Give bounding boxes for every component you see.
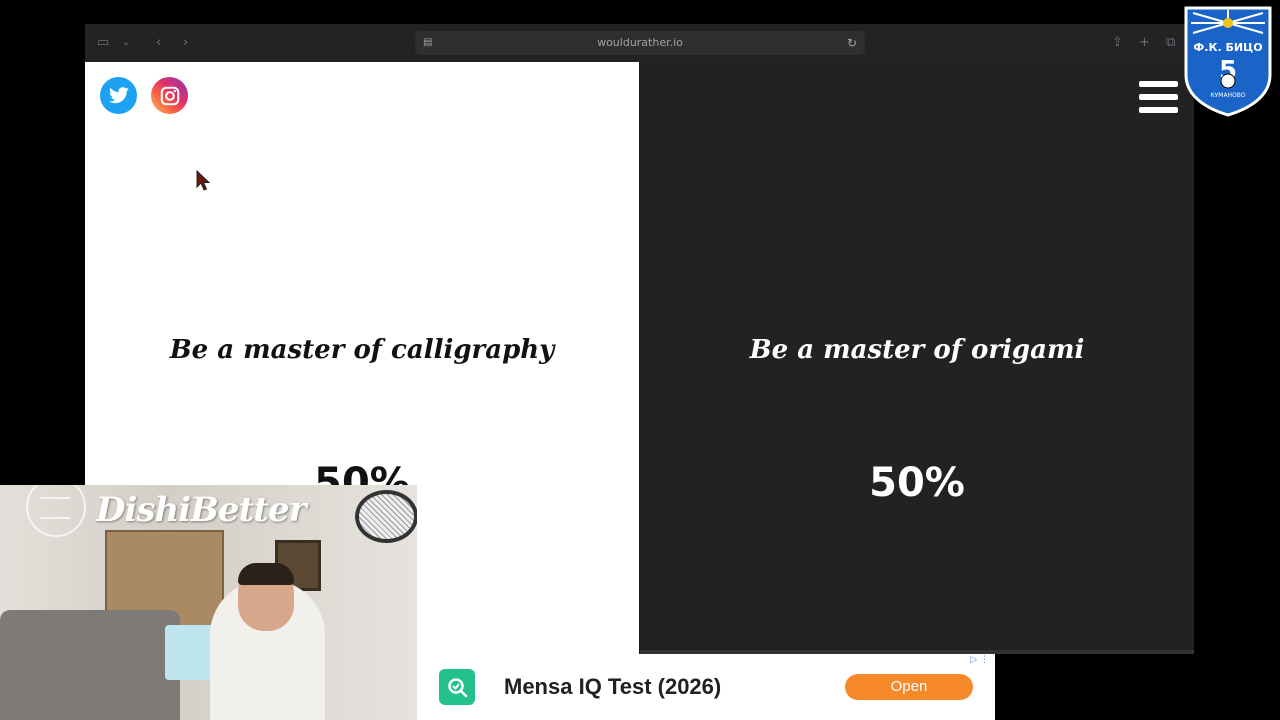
site-settings-icon[interactable]: ▤	[423, 31, 432, 55]
webcam-sofa	[0, 610, 180, 720]
option-a-text: Be a master of calligraphy	[169, 335, 555, 365]
webcam-person-hair	[238, 563, 294, 585]
address-bar[interactable]: ▤ wouldurather.io ↻	[415, 31, 865, 55]
ad-open-button[interactable]: Open	[845, 674, 973, 700]
forward-icon[interactable]: ›	[183, 34, 188, 52]
tabs-overview-icon[interactable]: ⧉	[1166, 34, 1175, 52]
ad-choices-icon[interactable]: ▷ ⋮	[970, 655, 989, 665]
chevron-down-icon[interactable]: ⌄	[122, 34, 130, 52]
badge-line1: Ф.К. БИЦО	[1193, 41, 1262, 54]
ad-app-icon[interactable]	[439, 669, 475, 705]
browser-toolbar: ▭ ⌄ ‹ › ▤ wouldurather.io ↻ ⇪ + ⧉	[85, 24, 1194, 62]
ad-title[interactable]: Mensa IQ Test (2026)	[504, 674, 721, 700]
mouse-cursor-icon	[196, 170, 210, 191]
wind-icon	[40, 497, 70, 519]
back-icon[interactable]: ‹	[156, 34, 161, 52]
share-icon[interactable]: ⇪	[1112, 34, 1123, 52]
reload-icon[interactable]: ↻	[847, 31, 857, 55]
option-b-percent: 50%	[869, 460, 965, 506]
sidebar-icon[interactable]: ▭	[97, 34, 109, 52]
option-b-text: Be a master of origami	[749, 335, 1085, 365]
tennis-racket-icon	[355, 490, 417, 543]
url-text: wouldurather.io	[597, 36, 683, 49]
instagram-icon[interactable]	[151, 77, 188, 114]
webcam-overlay: DishiBetter	[0, 485, 417, 720]
badge-line2: КУМАНОВО	[1210, 92, 1246, 99]
option-b-panel[interactable]: Be a master of origami 50%	[640, 62, 1194, 654]
club-badge-logo: Ф.К. БИЦО 5 КУМАНОВО	[1184, 6, 1272, 117]
ad-banner[interactable]: Mensa IQ Test (2026) Open ▷ ⋮	[417, 654, 995, 720]
twitter-icon[interactable]	[100, 77, 137, 114]
new-tab-icon[interactable]: +	[1139, 34, 1150, 52]
channel-name: DishiBetter	[96, 490, 307, 530]
hamburger-menu-icon[interactable]	[1139, 81, 1178, 115]
